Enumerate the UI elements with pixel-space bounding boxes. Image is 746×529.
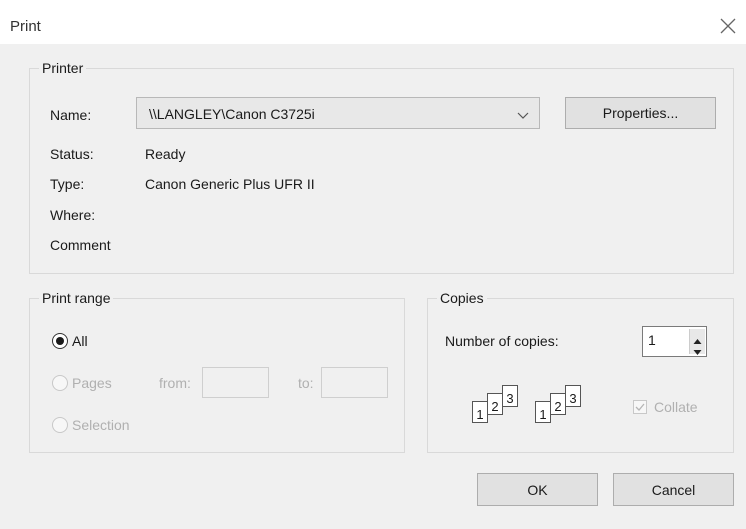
collate-label: Collate [654,399,698,415]
status-label: Status: [50,146,94,162]
from-label: from: [159,375,191,391]
status-value: Ready [145,146,186,162]
stack-page-3: 3 [565,385,581,407]
type-label: Type: [50,176,85,192]
copies-legend: Copies [437,290,487,306]
radio-all-button[interactable] [52,333,68,349]
radio-pages-button[interactable] [52,375,68,391]
radio-all-label: All [72,333,88,349]
collate-pages-icon: 3 2 1 [468,385,528,425]
to-page-input[interactable] [321,367,388,398]
stack-page-2: 2 [550,393,566,415]
window-title: Print [10,18,41,35]
from-page-input[interactable] [202,367,269,398]
collate-checkbox[interactable]: Collate [633,397,723,417]
to-label: to: [298,375,314,391]
cancel-button[interactable]: Cancel [613,473,734,506]
stack-page-1: 1 [472,401,488,423]
ok-button[interactable]: OK [477,473,598,506]
spin-down-icon[interactable] [693,343,702,359]
radio-pages-label: Pages [72,375,112,391]
number-of-copies-label: Number of copies: [445,333,559,349]
stack-page-1: 1 [535,401,551,423]
printer-group-legend: Printer [39,60,87,76]
collate-pages-icon-2: 3 2 1 [531,385,591,425]
close-icon[interactable] [716,14,740,38]
stack-page-2: 2 [487,393,503,415]
radio-selection-button[interactable] [52,417,68,433]
printer-name-value: \\LANGLEY\Canon C3725i [149,106,315,122]
chevron-down-icon [517,108,529,124]
stack-page-3: 3 [502,385,518,407]
title-bar: Print [0,0,746,44]
comment-label: Comment [50,237,111,253]
copies-value: 1 [648,332,656,348]
printer-name-dropdown[interactable]: \\LANGLEY\Canon C3725i [136,97,540,129]
where-label: Where: [50,207,96,223]
copies-stepper[interactable]: 1 [642,326,707,357]
type-value: Canon Generic Plus UFR II [145,176,315,192]
radio-selection-label: Selection [72,417,130,433]
print-range-legend: Print range [39,290,114,306]
printer-name-label: Name: [50,107,92,123]
radio-pages[interactable]: Pages [52,373,152,393]
stepper-buttons [689,329,705,355]
collate-check-box[interactable] [633,400,647,414]
radio-all[interactable]: All [52,331,132,351]
properties-button[interactable]: Properties... [565,97,716,129]
copies-group: Copies Number of copies: 1 3 2 1 3 2 1 C… [427,290,734,453]
print-range-group: Print range All Pages from: to: Selectio… [29,290,405,453]
printer-group: Printer Name: \\LANGLEY\Canon C3725i Pro… [29,60,734,274]
radio-selection[interactable]: Selection [52,415,162,435]
